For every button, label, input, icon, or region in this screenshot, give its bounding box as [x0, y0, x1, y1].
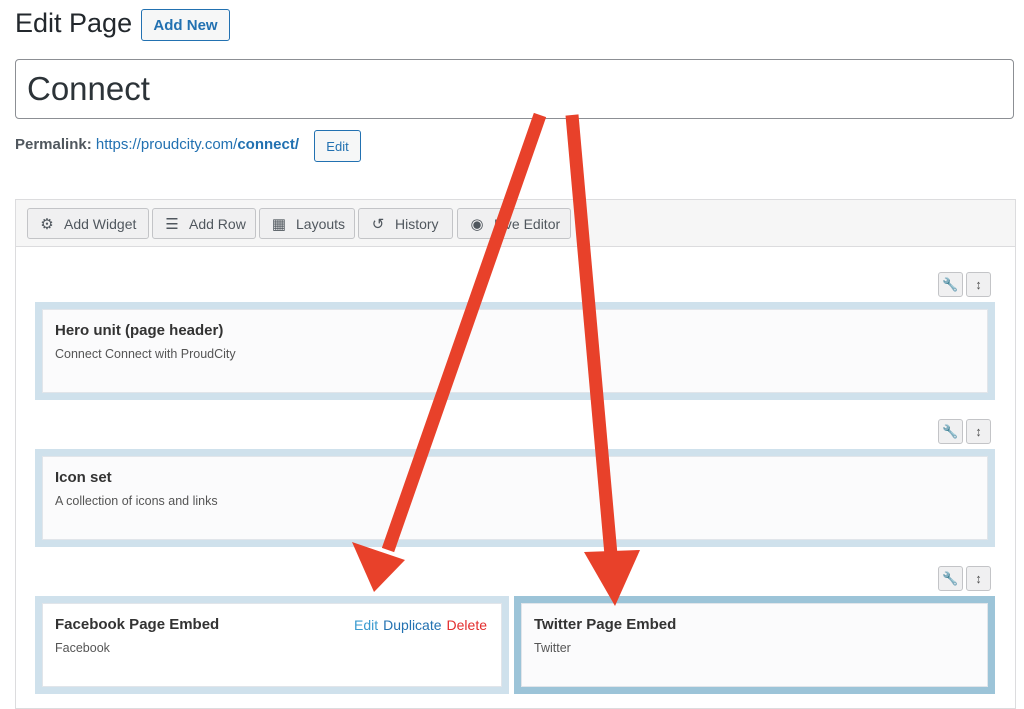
widget-title: Hero unit (page header) [55, 322, 224, 339]
permalink-label: Permalink: [15, 136, 92, 153]
permalink-edit-button[interactable]: Edit [314, 130, 361, 162]
layout-icon: ▦ [271, 215, 287, 233]
permalink-slug: connect/ [237, 136, 300, 153]
page-builder-panel: ⚙ Add Widget ☰ Add Row ▦ Layouts ↺ History ◉… [15, 199, 1016, 709]
widget-icon-set[interactable]: Icon set A collection of icons and links [35, 449, 995, 547]
widget-edit-link[interactable]: Edit [354, 617, 378, 633]
builder-toolbar: ⚙ Add Widget ☰ Add Row ▦ Layouts ↺ History ◉… [16, 200, 1015, 247]
widget-desc: Facebook [55, 641, 110, 655]
widget-desc: Twitter [534, 641, 571, 655]
widget-delete-link[interactable]: Delete [447, 617, 487, 633]
widget-title: Icon set [55, 469, 112, 486]
row-settings-wrench-icon[interactable]: 🔧 [938, 272, 963, 297]
widget-title: Twitter Page Embed [534, 616, 677, 633]
add-widget-button[interactable]: ⚙ Add Widget [27, 208, 149, 239]
button-label: Layouts [296, 215, 346, 232]
permalink-base: https://proudcity.com/ [95, 136, 238, 153]
button-label: Add Row [189, 215, 246, 232]
row-settings-wrench-icon[interactable]: 🔧 [938, 419, 963, 444]
layouts-button[interactable]: ▦ Layouts [259, 208, 355, 239]
add-new-button[interactable]: Add New [141, 9, 230, 41]
button-label: Add Widget [64, 215, 137, 232]
widget-actions: Edit Duplicate Delete [349, 617, 487, 633]
widget-hero[interactable]: Hero unit (page header) Connect Connect w… [35, 302, 995, 400]
row-move-icon[interactable]: ↕ [966, 272, 991, 297]
button-label: Live Editor [494, 215, 561, 232]
widget-facebook[interactable]: Facebook Page Embed Facebook Edit Duplicat… [35, 596, 509, 694]
row-move-icon[interactable]: ↕ [966, 419, 991, 444]
widget-twitter[interactable]: Twitter Page Embed Twitter [514, 596, 995, 694]
history-icon: ↺ [371, 215, 385, 233]
page-title: Edit Page [15, 8, 133, 38]
row-move-icon[interactable]: ↕ [966, 566, 991, 591]
widget-duplicate-link[interactable]: Duplicate [383, 617, 441, 633]
row-settings-wrench-icon[interactable]: 🔧 [938, 566, 963, 591]
eye-icon: ◉ [470, 215, 484, 233]
title-input[interactable]: Connect [15, 59, 1014, 119]
widget-desc: A collection of icons and links [55, 494, 218, 508]
permalink: Permalink: https://proudcity.com/connect… [15, 136, 299, 153]
add-row-button[interactable]: ☰ Add Row [152, 208, 256, 239]
gear-icon: ⚙ [40, 215, 54, 233]
menu-icon: ☰ [165, 215, 179, 233]
history-button[interactable]: ↺ History [358, 208, 453, 239]
button-label: History [395, 215, 439, 232]
live-editor-button[interactable]: ◉ Live Editor [457, 208, 571, 239]
permalink-link[interactable]: https://proudcity.com/connect/ [96, 136, 299, 153]
widget-desc: Connect Connect with ProudCity [55, 347, 236, 361]
